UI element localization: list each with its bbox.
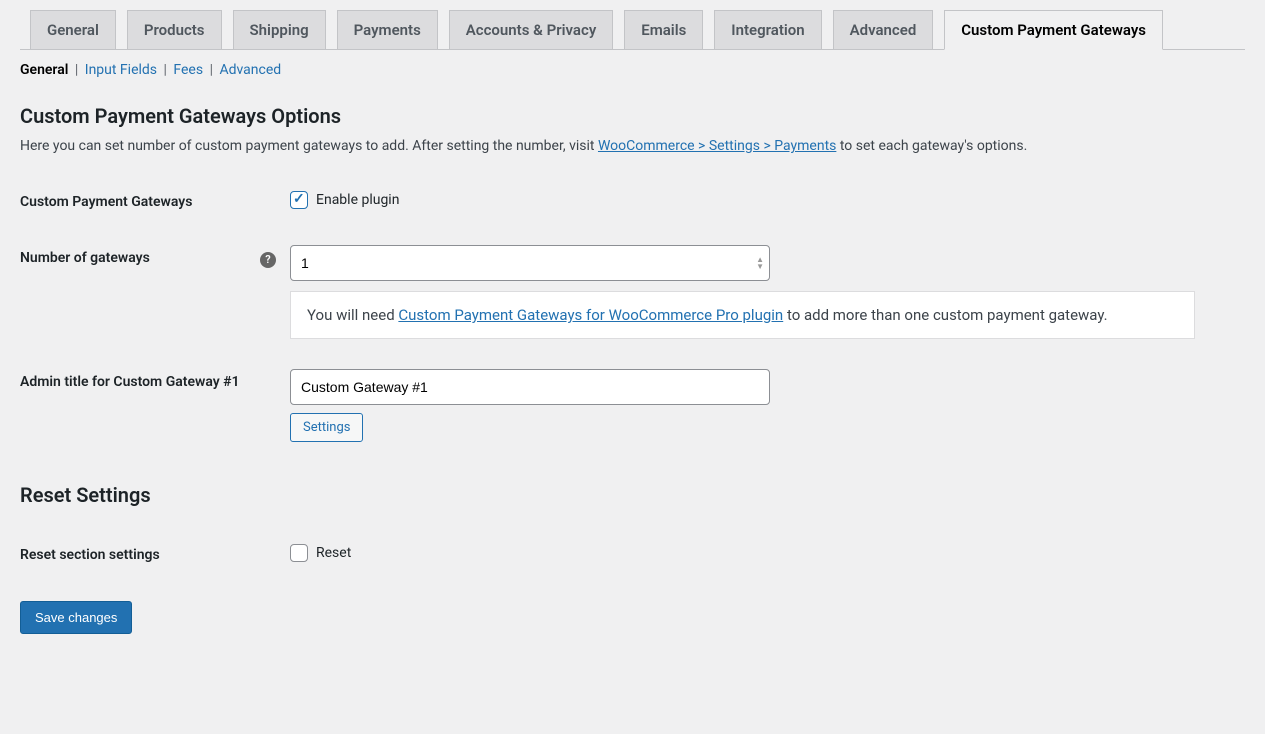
options-table: Custom Payment Gateways Enable plugin Nu…	[20, 174, 1245, 457]
enable-plugin-control[interactable]: Enable plugin	[290, 191, 399, 209]
reset-table: Reset section settings Reset	[20, 527, 1245, 583]
pro-plugin-link[interactable]: Custom Payment Gateways for WooCommerce …	[398, 306, 783, 324]
main-tab-nav: General Products Shipping Payments Accou…	[20, 0, 1245, 50]
admin-title-input[interactable]	[290, 369, 770, 405]
section-description: Here you can set number of custom paymen…	[20, 138, 1245, 154]
number-of-gateways-label: Number of gateways	[20, 250, 150, 266]
reset-checkbox-label: Reset	[316, 545, 351, 561]
reset-label: Reset section settings	[20, 527, 280, 583]
separator: |	[161, 62, 174, 78]
woocommerce-payments-link[interactable]: WooCommerce > Settings > Payments	[598, 138, 836, 154]
desc-post: to set each gateway's options.	[836, 138, 1027, 154]
subtab-advanced[interactable]: Advanced	[219, 62, 281, 78]
separator: |	[72, 62, 85, 78]
tab-advanced[interactable]: Advanced	[833, 10, 934, 49]
enable-plugin-label: Custom Payment Gateways	[20, 174, 280, 230]
pro-plugin-notice: You will need Custom Payment Gateways fo…	[290, 291, 1195, 339]
reset-checkbox[interactable]	[290, 544, 308, 562]
subtab-fees[interactable]: Fees	[173, 62, 203, 78]
separator: |	[207, 62, 220, 78]
tab-products[interactable]: Products	[127, 10, 222, 49]
number-of-gateways-input[interactable]	[290, 245, 770, 281]
tab-accounts-privacy[interactable]: Accounts & Privacy	[449, 10, 614, 49]
enable-plugin-checkbox[interactable]	[290, 191, 308, 209]
help-icon[interactable]: ?	[260, 252, 276, 268]
settings-wrap: General Products Shipping Payments Accou…	[0, 0, 1265, 654]
number-of-gateways-label-cell: Number of gateways ?	[20, 230, 280, 354]
tab-integration[interactable]: Integration	[714, 10, 821, 49]
admin-title-label: Admin title for Custom Gateway #1	[20, 354, 280, 457]
section-title: Custom Payment Gateways Options	[20, 104, 1245, 128]
info-pre: You will need	[307, 306, 398, 324]
desc-pre: Here you can set number of custom paymen…	[20, 138, 598, 154]
subtab-general[interactable]: General	[20, 62, 68, 78]
tab-custom-payment-gateways[interactable]: Custom Payment Gateways	[944, 10, 1163, 50]
tab-general[interactable]: General	[30, 10, 116, 49]
sub-tab-nav: General | Input Fields | Fees | Advanced	[20, 62, 1245, 78]
tab-payments[interactable]: Payments	[337, 10, 438, 49]
reset-section-title: Reset Settings	[20, 483, 1245, 507]
subtab-input-fields[interactable]: Input Fields	[85, 62, 157, 78]
enable-plugin-checkbox-label: Enable plugin	[316, 192, 399, 208]
number-input-wrap: ▲▼	[290, 245, 770, 281]
info-post: to add more than one custom payment gate…	[783, 306, 1107, 324]
save-changes-button[interactable]: Save changes	[20, 601, 132, 634]
reset-control[interactable]: Reset	[290, 544, 351, 562]
gateway-settings-button[interactable]: Settings	[290, 413, 363, 442]
tab-shipping[interactable]: Shipping	[233, 10, 326, 49]
stepper-icon[interactable]: ▲▼	[756, 256, 764, 270]
tab-emails[interactable]: Emails	[624, 10, 703, 49]
